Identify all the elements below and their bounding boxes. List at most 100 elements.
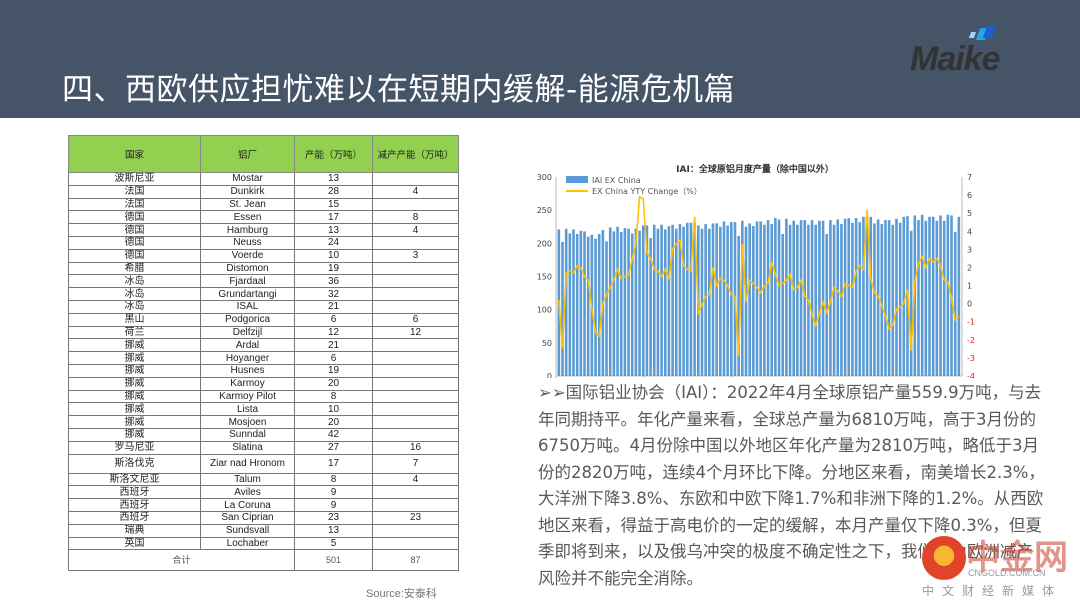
bar bbox=[748, 223, 751, 376]
left-tick-label: 0 bbox=[547, 372, 552, 378]
bar bbox=[781, 234, 785, 376]
bar bbox=[935, 220, 939, 376]
table-row: 荷兰 Delfzijl 12 12 bbox=[68, 325, 459, 340]
table-cell: 9 bbox=[294, 485, 373, 500]
table-row: 挪威 Karmoy Pilot 8 bbox=[68, 389, 459, 404]
table-cell: 6 bbox=[294, 312, 373, 327]
table-cell: 5 bbox=[294, 536, 373, 551]
table-cell bbox=[372, 536, 459, 551]
table-cell: Mosjoen bbox=[200, 415, 295, 429]
table-row: 德国 Voerde 10 3 bbox=[68, 248, 459, 263]
table-row: 西班牙 La Coruna 9 bbox=[68, 498, 459, 512]
bar bbox=[851, 222, 854, 376]
bar bbox=[726, 225, 729, 376]
table-cell bbox=[372, 402, 459, 417]
table-cell: 7 bbox=[372, 453, 459, 474]
right-tick-label: 0 bbox=[967, 300, 972, 309]
right-tick-label: 1 bbox=[967, 282, 972, 291]
bar bbox=[957, 216, 961, 376]
table-cell bbox=[372, 351, 459, 365]
table-row: 波斯尼亚 Mostar 13 bbox=[68, 172, 459, 186]
table-row: 挪威 Sunndal 42 bbox=[68, 427, 459, 442]
table-cell: 挪威 bbox=[68, 363, 201, 378]
table-row: 挪威 Lista 10 bbox=[68, 402, 459, 417]
left-tick-label: 50 bbox=[542, 339, 552, 348]
table-cell: 13 bbox=[294, 172, 373, 186]
table-cell: 19 bbox=[294, 261, 373, 276]
table-row: 法国 Dunkirk 28 4 bbox=[68, 184, 459, 199]
table-cell: 15 bbox=[294, 197, 373, 212]
table-cell: 德国 bbox=[68, 210, 201, 225]
bar bbox=[711, 223, 715, 376]
bar bbox=[814, 224, 818, 376]
table-cell: 4 bbox=[372, 223, 459, 237]
table-cell: 西班牙 bbox=[68, 498, 201, 512]
table-cell: Distomon bbox=[200, 261, 295, 276]
table-cell bbox=[372, 498, 459, 512]
table-cell: 德国 bbox=[68, 223, 201, 237]
bar bbox=[663, 229, 667, 376]
table-row: 挪威 Hoyanger 6 bbox=[68, 351, 459, 365]
table-cell: 波斯尼亚 bbox=[68, 172, 201, 186]
table-row: 罗马尼亚 Slatina 27 16 bbox=[68, 440, 459, 455]
bar bbox=[708, 228, 711, 376]
bar bbox=[667, 226, 671, 376]
table-cell: 6 bbox=[372, 312, 459, 327]
watermark-domain: CNGOLD.COM.CN bbox=[968, 568, 1046, 578]
column-header: 产能（万吨） bbox=[294, 135, 373, 173]
bar bbox=[902, 216, 906, 376]
bar bbox=[796, 224, 799, 376]
table-cell: Karmoy Pilot bbox=[200, 389, 295, 404]
table-row: 斯洛文尼亚 Talum 8 4 bbox=[68, 472, 459, 487]
bar bbox=[873, 223, 876, 376]
table-cell: Fjardaal bbox=[200, 274, 295, 289]
total-row: 合计 501 87 bbox=[68, 549, 459, 572]
bar bbox=[847, 218, 851, 376]
bar bbox=[770, 224, 773, 376]
table-cell: 德国 bbox=[68, 248, 201, 263]
header-bar: 四、西欧供应担忧难以在短期内缓解-能源危机篇 Maike bbox=[0, 0, 1080, 118]
table-cell: 10 bbox=[294, 248, 373, 263]
table-cell: 挪威 bbox=[68, 351, 201, 365]
table-cell: Slatina bbox=[200, 440, 295, 455]
table-cell bbox=[372, 523, 459, 538]
column-header: 国家 bbox=[68, 135, 201, 173]
table-cell: 12 bbox=[294, 325, 373, 340]
table-row: 挪威 Mosjoen 20 bbox=[68, 415, 459, 429]
table-cell: 21 bbox=[294, 299, 373, 314]
table-cell: 20 bbox=[294, 415, 373, 429]
bar bbox=[612, 231, 616, 376]
table-cell: Lista bbox=[200, 402, 295, 417]
left-tick-label: 250 bbox=[537, 206, 552, 215]
bar bbox=[575, 234, 579, 376]
table-cell: Sundsvall bbox=[200, 523, 295, 538]
bar bbox=[862, 216, 865, 376]
bar bbox=[597, 234, 601, 376]
bar bbox=[858, 222, 862, 376]
table-row: 挪威 Karmoy 20 bbox=[68, 376, 459, 391]
bar bbox=[730, 222, 733, 376]
legend-label: IAI EX China bbox=[592, 176, 641, 185]
table-cell: 挪威 bbox=[68, 427, 201, 442]
table-cell: Aviles bbox=[200, 485, 295, 500]
bar bbox=[652, 224, 656, 376]
table-cell: 8 bbox=[294, 472, 373, 487]
table-cell: 8 bbox=[372, 210, 459, 225]
table-row: 斯洛伐克 Ziar nad Hronom 17 7 bbox=[68, 453, 459, 474]
right-tick-label: 4 bbox=[967, 227, 972, 236]
total-cut: 87 bbox=[372, 549, 459, 572]
table-cell bbox=[372, 338, 459, 353]
right-tick-label: -3 bbox=[967, 354, 975, 363]
table-cell: 21 bbox=[294, 338, 373, 353]
bar bbox=[946, 214, 950, 376]
bar bbox=[634, 228, 638, 376]
table-row: 西班牙 Aviles 9 bbox=[68, 485, 459, 500]
bar bbox=[660, 224, 663, 376]
bar bbox=[939, 215, 942, 376]
bar bbox=[594, 238, 597, 376]
table-cell: 24 bbox=[294, 235, 373, 250]
right-tick-label: -4 bbox=[967, 372, 975, 378]
table-cell: Karmoy bbox=[200, 376, 295, 391]
table-cell: 挪威 bbox=[68, 389, 201, 404]
bar bbox=[763, 224, 766, 376]
